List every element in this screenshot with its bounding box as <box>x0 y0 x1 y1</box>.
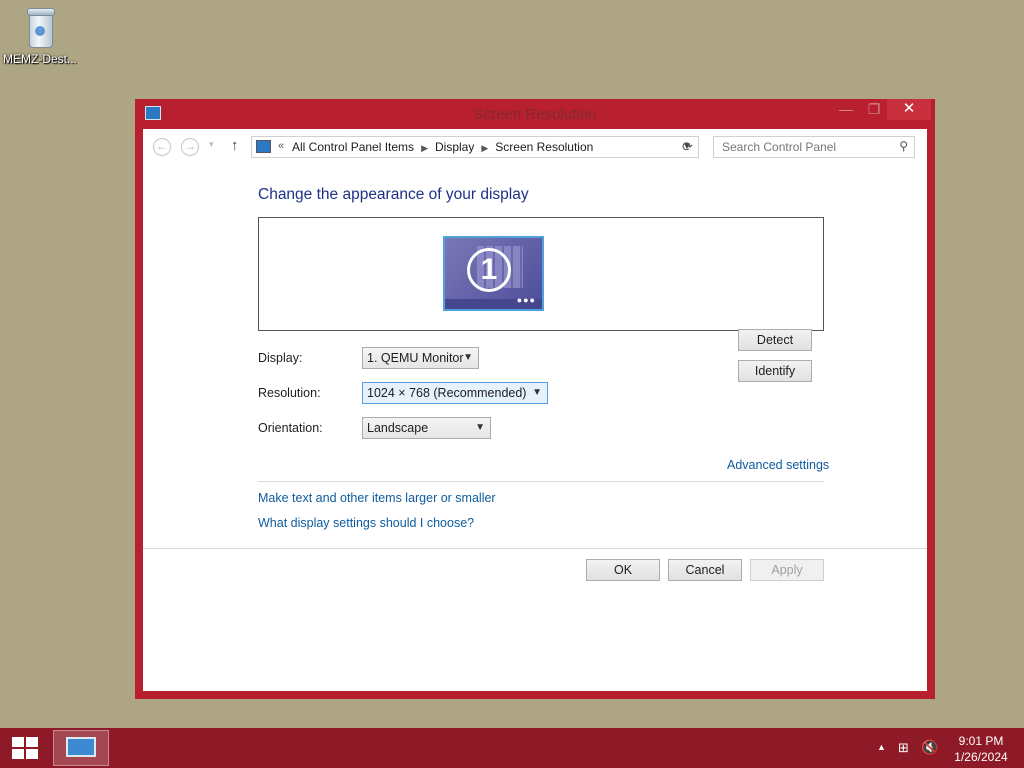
minimize-button[interactable]: — <box>835 99 857 120</box>
orientation-select-value: Landscape <box>367 421 429 435</box>
display-preview: 1 ●●● <box>258 217 824 331</box>
recycle-bin-icon <box>24 6 56 48</box>
close-button[interactable]: ✕ <box>887 99 931 120</box>
chevron-right-icon[interactable]: ▶ <box>481 143 488 153</box>
display-select[interactable]: 1. QEMU Monitor ▼ <box>362 347 479 369</box>
orientation-label: Orientation: <box>258 421 323 435</box>
address-bar[interactable]: « All Control Panel Items ▶ Display ▶ Screen… <box>251 136 699 158</box>
resolution-select[interactable]: 1024 × 768 (Recommended) ▼ <box>362 382 548 404</box>
apply-button[interactable]: Apply <box>750 559 824 581</box>
back-button[interactable]: ← <box>153 138 171 156</box>
maximize-button[interactable]: ❐ <box>863 99 885 120</box>
address-prefix[interactable]: « <box>278 140 284 152</box>
screen-resolution-window: Screen Resolution — ❐ ✕ ← → ▾ ↑ « All Co… <box>135 99 935 699</box>
refresh-button[interactable]: ⟳ <box>677 136 699 158</box>
monitor-1-thumbnail[interactable]: 1 ●●● <box>443 236 544 311</box>
forward-button[interactable]: → <box>181 138 199 156</box>
page-title: Change the appearance of your display <box>258 186 529 203</box>
up-button[interactable]: ↑ <box>231 137 239 154</box>
network-icon[interactable]: ⊞ <box>898 740 909 756</box>
start-button[interactable] <box>12 737 38 760</box>
search-icon[interactable]: ⚲ <box>899 139 908 153</box>
identify-button[interactable]: Identify <box>738 360 812 382</box>
resolution-select-value: 1024 × 768 (Recommended) <box>367 386 527 400</box>
window-title: Screen Resolution <box>473 106 597 123</box>
ellipsis-icon: ●●● <box>516 295 536 305</box>
windows-logo-icon <box>12 737 24 747</box>
desktop-icon-label: MEMZ-Dest... <box>3 52 77 66</box>
system-clock[interactable]: 9:01 PM 1/26/2024 <box>948 733 1014 765</box>
clock-time: 9:01 PM <box>958 734 1004 748</box>
display-help-link[interactable]: What display settings should I choose? <box>258 516 474 530</box>
orientation-select[interactable]: Landscape ▼ <box>362 417 491 439</box>
breadcrumb-item-all-control-panel[interactable]: All Control Panel Items <box>292 140 414 154</box>
detect-button[interactable]: Detect <box>738 329 812 351</box>
window-content: ← → ▾ ↑ « All Control Panel Items ▶ Displa… <box>143 129 927 691</box>
text-size-link[interactable]: Make text and other items larger or smal… <box>258 491 496 505</box>
breadcrumb: All Control Panel Items ▶ Display ▶ Screen R… <box>292 140 593 154</box>
breadcrumb-item-screen-resolution[interactable]: Screen Resolution <box>495 140 593 154</box>
control-panel-icon <box>256 140 271 153</box>
resolution-label: Resolution: <box>258 386 321 400</box>
breadcrumb-item-display[interactable]: Display <box>435 140 474 154</box>
ok-button[interactable]: OK <box>586 559 660 581</box>
advanced-settings-link[interactable]: Advanced settings <box>727 458 829 472</box>
recent-locations-button[interactable]: ▾ <box>209 139 214 150</box>
display-label: Display: <box>258 351 303 365</box>
monitor-number: 1 <box>467 248 511 292</box>
divider <box>143 548 927 549</box>
search-box[interactable]: ⚲ <box>713 136 915 158</box>
display-select-value: 1. QEMU Monitor <box>367 351 464 365</box>
control-panel-icon <box>66 737 96 757</box>
cancel-button[interactable]: Cancel <box>668 559 742 581</box>
chevron-down-icon: ▼ <box>532 387 542 398</box>
divider <box>258 481 824 482</box>
volume-muted-icon[interactable]: 🔇 <box>921 739 938 756</box>
chevron-down-icon: ▼ <box>475 422 485 433</box>
taskbar: ▲ ⊞ 🔇 9:01 PM 1/26/2024 <box>0 728 1024 768</box>
taskbar-control-panel-app[interactable] <box>53 730 109 766</box>
search-input[interactable] <box>714 137 892 157</box>
recycle-bin-desktop-icon[interactable]: MEMZ-Dest... <box>2 6 78 66</box>
show-hidden-icons-icon[interactable]: ▲ <box>877 742 886 752</box>
chevron-right-icon[interactable]: ▶ <box>421 143 428 153</box>
chevron-down-icon: ▼ <box>463 352 473 363</box>
title-bar[interactable]: Screen Resolution — ❐ ✕ <box>135 99 935 129</box>
clock-date: 1/26/2024 <box>954 750 1008 764</box>
